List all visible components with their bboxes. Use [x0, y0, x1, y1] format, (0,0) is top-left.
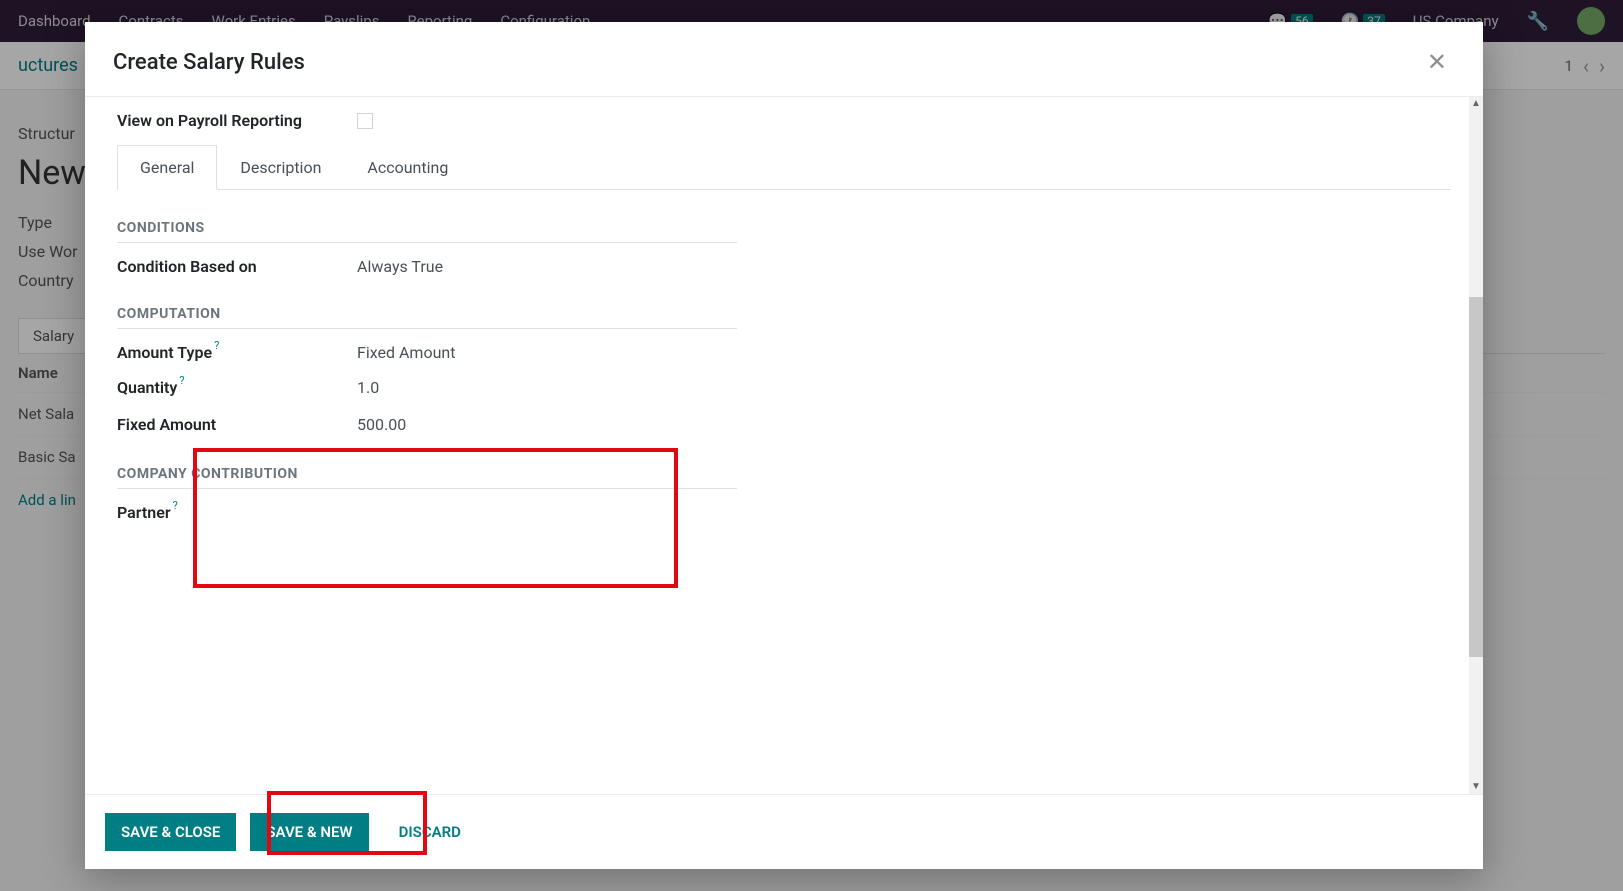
view-on-payroll-row: View on Payroll Reporting: [117, 111, 1451, 130]
help-icon[interactable]: ?: [173, 499, 178, 512]
quantity-input[interactable]: [357, 376, 657, 399]
amount-type-row: Amount Type? Fixed Amount: [117, 343, 737, 362]
modal-header: Create Salary Rules ✕: [85, 22, 1483, 96]
computation-section: COMPUTATION Amount Type? Fixed Amount Qu…: [117, 306, 1451, 436]
quantity-row: Quantity?: [117, 376, 737, 399]
modal-title: Create Salary Rules: [113, 50, 305, 75]
save-new-button[interactable]: SAVE & NEW: [250, 813, 368, 851]
company-contribution-section: COMPANY CONTRIBUTION Partner?: [117, 466, 1451, 522]
company-contribution-title: COMPANY CONTRIBUTION: [117, 466, 737, 489]
quantity-label: Quantity?: [117, 378, 357, 397]
tab-accounting[interactable]: Accounting: [344, 145, 471, 190]
partner-label: Partner?: [117, 503, 357, 522]
partner-row: Partner?: [117, 503, 737, 522]
condition-based-on-label: Condition Based on: [117, 257, 357, 276]
conditions-section: CONDITIONS Condition Based on Always Tru…: [117, 220, 1451, 276]
discard-button[interactable]: DISCARD: [383, 813, 477, 851]
help-icon[interactable]: ?: [214, 339, 219, 352]
create-salary-rules-modal: Create Salary Rules ✕ View on Payroll Re…: [85, 22, 1483, 869]
modal-footer: SAVE & CLOSE SAVE & NEW DISCARD: [85, 794, 1483, 869]
scroll-up-icon[interactable]: ▲: [1469, 97, 1483, 111]
condition-based-on-value[interactable]: Always True: [357, 257, 443, 276]
close-icon[interactable]: ✕: [1419, 46, 1455, 78]
view-on-payroll-checkbox[interactable]: [357, 113, 373, 129]
fixed-amount-row: Fixed Amount: [117, 413, 737, 436]
computation-title: COMPUTATION: [117, 306, 737, 329]
amount-type-value[interactable]: Fixed Amount: [357, 343, 455, 362]
scrollbar-thumb[interactable]: [1469, 297, 1483, 657]
save-close-button[interactable]: SAVE & CLOSE: [105, 813, 236, 851]
help-icon[interactable]: ?: [179, 374, 184, 387]
fixed-amount-label: Fixed Amount: [117, 415, 357, 434]
amount-type-label: Amount Type?: [117, 343, 357, 362]
condition-based-on-row: Condition Based on Always True: [117, 257, 737, 276]
scroll-down-icon[interactable]: ▼: [1469, 780, 1483, 794]
modal-body: View on Payroll Reporting General Descri…: [85, 97, 1483, 794]
conditions-title: CONDITIONS: [117, 220, 737, 243]
modal-tabs: General Description Accounting: [117, 144, 1451, 190]
tab-general[interactable]: General: [117, 145, 217, 190]
fixed-amount-input[interactable]: [357, 413, 657, 436]
tab-description[interactable]: Description: [217, 145, 344, 190]
view-on-payroll-label: View on Payroll Reporting: [117, 111, 357, 130]
